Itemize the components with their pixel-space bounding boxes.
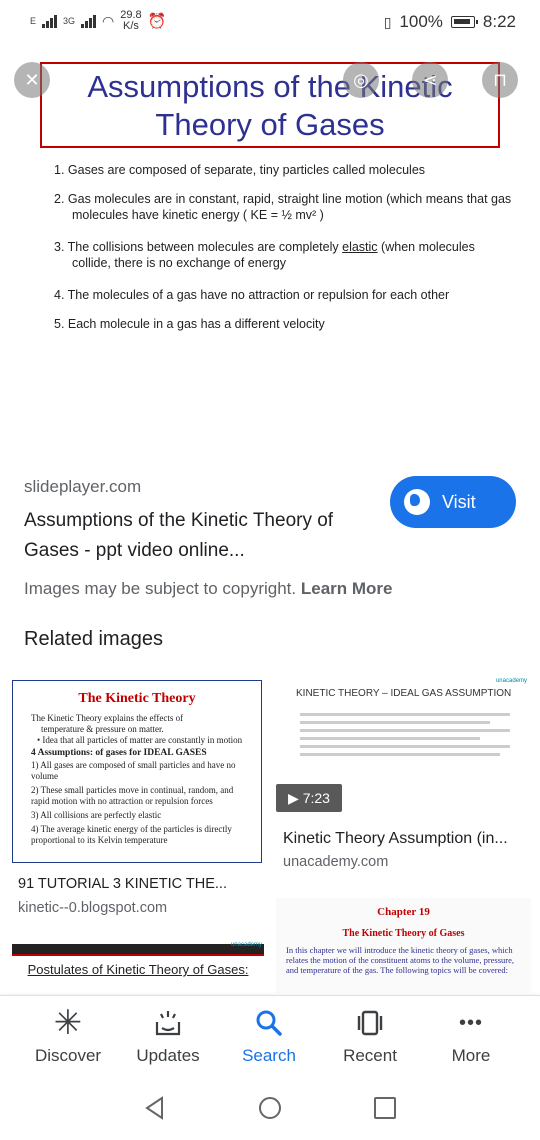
network-type-label: E [30,16,37,26]
asterisk-icon: ✳ [53,1004,83,1042]
status-left: E 3G ◠ 29.8 K/s ⏰ [30,10,166,32]
visit-button[interactable]: Visit [390,476,516,528]
lens-button[interactable]: ◎ [343,62,379,98]
slide-item-3-elastic: elastic [342,240,378,254]
thumb-text: temperature & pressure on matter. [41,724,164,734]
nav-label: Updates [136,1046,200,1065]
related-source[interactable]: kinetic--0.blogspot.com [18,900,167,916]
copyright-text: Images may be subject to copyright. [24,579,297,598]
nav-label: Discover [34,1046,102,1065]
related-caption[interactable]: Kinetic Theory Assumption (in... [283,830,508,848]
thumb-text-line [300,737,480,740]
related-image-thumb[interactable]: Chapter 19 The Kinetic Theory of Gases I… [276,898,531,993]
home-button[interactable] [257,1095,283,1126]
thumb-title: Chapter 19 [377,906,430,918]
thumb-title: Postulates of Kinetic Theory of Gases: [27,962,249,977]
slide-item: 1. Gases are composed of separate, tiny … [54,163,426,177]
preview-image[interactable]: Assumptions of the Kinetic Theory of Gas… [0,44,540,454]
network-3g-label: 3G [63,16,76,26]
related-source[interactable]: unacademy.com [283,854,388,870]
slide-item: 3. The collisions between molecules are … [54,239,514,271]
nav-updates[interactable]: Updates [118,1006,218,1066]
wifi-icon: ◠ [102,12,115,29]
slide-assumptions-list: 1. Gases are composed of separate, tiny … [54,162,514,345]
thumb-text: • Idea that all particles of matter are … [37,735,243,745]
video-duration-badge: ▶ 7:23 [276,784,342,812]
thumb-text: 3) All collisions are perfectly elastic [31,810,162,820]
back-icon [145,1096,163,1120]
result-title[interactable]: Assumptions of the Kinetic Theory of Gas… [24,506,374,566]
close-button[interactable]: ✕ [14,62,50,98]
recent-icon [320,1006,420,1040]
slide-item-3-start: 3. The collisions between molecules are … [54,240,339,254]
thumb-text: 1) All gases are composed of small parti… [31,760,236,781]
related-caption[interactable]: 91 TUTORIAL 3 KINETIC THE... [18,876,227,892]
bottom-navigation: ✳ Discover Updates Search Recent ••• Mor… [0,995,540,1077]
visit-label: Visit [442,491,476,512]
battery-icon [450,16,478,28]
status-bar: E 3G ◠ 29.8 K/s ⏰ ▯ 100% 8:22 [0,0,540,44]
thumb-header-bar [12,944,264,954]
nav-more[interactable]: ••• More [421,1006,521,1066]
share-icon: ⋖ [422,69,438,90]
thumb-divider [12,954,264,956]
thumb-text: 4 Assumptions: of gases for IDEAL GASES [31,748,207,758]
brand-label: unacademy [495,678,527,684]
thumb-subtitle: The Kinetic Theory of Gases [342,928,465,939]
nav-label: More [451,1046,491,1065]
slide-title-line2: Theory of Gases [155,107,385,142]
brand-label: unacademy [230,942,262,948]
nav-search[interactable]: Search [219,1006,319,1066]
recents-button[interactable] [372,1095,398,1126]
copyright-notice: Images may be subject to copyright. Lear… [24,579,393,599]
thumb-text: 4) The average kinetic energy of the par… [31,824,232,845]
learn-more-link[interactable]: Learn More [301,579,393,598]
nav-recent[interactable]: Recent [320,1006,420,1066]
thumb-title: The Kinetic Theory [78,691,196,706]
clock-time: 8:22 [482,12,516,31]
home-icon [259,1097,281,1119]
slide-item: 4. The molecules of a gas have no attrac… [54,288,450,302]
nav-discover[interactable]: ✳ Discover [18,1004,118,1066]
thumb-text: The Kinetic Theory explains the effects … [31,713,184,723]
status-right: ▯ 100% 8:22 [384,12,516,32]
thumb-text: 2) These small particles move in continu… [31,785,234,806]
related-image-thumb[interactable]: unacademy Postulates of Kinetic Theory o… [12,940,264,995]
slide-item: 2. Gas molecules are in constant, rapid,… [54,192,512,222]
globe-icon [404,489,430,515]
share-button[interactable]: ⋖ [412,62,448,98]
slide-item: 5. Each molecule in a gas has a differen… [54,317,325,331]
system-navigation-bar [0,1077,540,1140]
thumb-text-line [300,753,500,756]
updates-icon [118,1006,218,1040]
thumb-text-line [300,721,490,724]
related-images-heading: Related images [24,628,163,650]
speed-unit: K/s [123,20,139,32]
lens-icon: ◎ [353,69,369,90]
signal-icon-2 [81,14,97,28]
network-speed: 29.8 K/s [120,10,141,32]
more-icon: ••• [458,1011,483,1034]
result-source[interactable]: slideplayer.com [24,477,141,497]
thumb-text-line [300,745,510,748]
overview-icon [374,1097,396,1119]
thumb-text-line [300,729,510,732]
signal-icon [42,14,58,28]
search-icon [219,1006,319,1040]
bookmark-icon: ⊓ [492,69,508,90]
nav-label: Search [242,1046,296,1065]
thumb-title: KINETIC THEORY – IDEAL GAS ASSUMPTION [296,688,512,699]
vibrate-icon: ▯ [383,13,392,30]
alarm-icon: ⏰ [147,13,167,30]
save-button[interactable]: ⊓ [482,62,518,98]
back-button[interactable] [142,1095,168,1126]
battery-percent: 100% [399,12,443,31]
thumb-text-line [300,713,510,716]
close-icon: ✕ [24,69,40,90]
thumb-text: In this chapter we will introduce the ki… [286,945,515,975]
related-image-thumb[interactable]: The Kinetic Theory The Kinetic Theory ex… [12,680,262,863]
nav-label: Recent [343,1046,397,1065]
